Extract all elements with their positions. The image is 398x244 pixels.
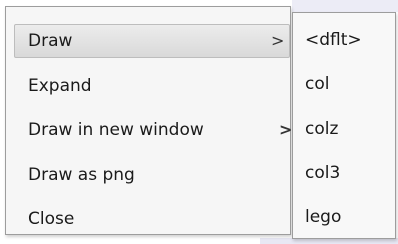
submenu-item-col[interactable]: col [293, 67, 395, 101]
submenu-item-lego[interactable]: lego [293, 200, 395, 234]
menu-item-expand-label: Expand [28, 76, 92, 96]
draw-submenu: <dflt> col colz col3 lego [292, 12, 396, 239]
menu-item-draw-label: Draw [28, 31, 73, 51]
menu-item-draw[interactable]: Draw > [14, 24, 290, 58]
menu-item-close-label: Close [28, 209, 75, 229]
submenu-item-col3[interactable]: col3 [293, 156, 395, 190]
chevron-right-icon: > [279, 120, 293, 139]
context-menu: Draw > Expand Draw in new window > Draw … [5, 6, 293, 236]
menu-item-expand[interactable]: Expand [14, 69, 290, 103]
screen: Draw > Expand Draw in new window > Draw … [0, 0, 398, 244]
menu-item-draw-as-png[interactable]: Draw as png [14, 158, 290, 192]
menu-item-draw-in-new-window[interactable]: Draw in new window > [14, 113, 293, 147]
menu-item-draw-in-new-window-label: Draw in new window [28, 120, 204, 140]
submenu-item-dflt[interactable]: <dflt> [293, 23, 395, 57]
menu-item-close[interactable]: Close [14, 202, 290, 236]
menu-item-draw-as-png-label: Draw as png [28, 165, 135, 185]
chevron-right-icon: > [271, 31, 285, 50]
background-canvas-top [292, 0, 398, 12]
submenu-item-colz[interactable]: colz [293, 112, 395, 146]
